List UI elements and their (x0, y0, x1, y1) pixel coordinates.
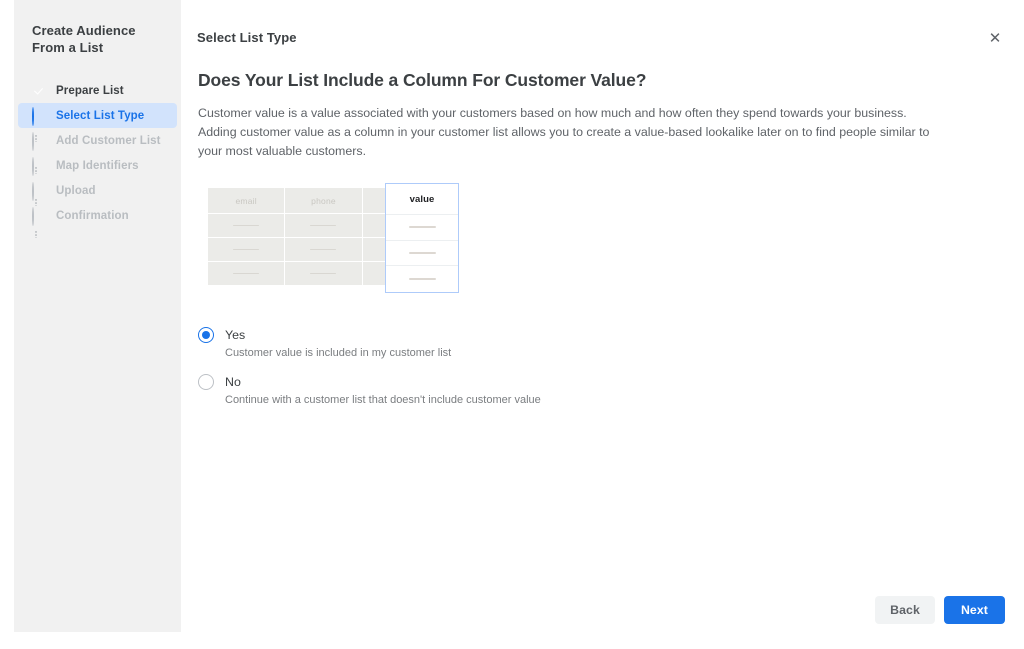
question-heading: Does Your List Include a Column For Cust… (198, 70, 647, 90)
sidebar-title: Create Audience From a List (32, 23, 136, 55)
value-data-cell (386, 241, 458, 267)
value-data-cell (386, 266, 458, 292)
ghost-data-cell (285, 262, 363, 286)
empty-circle-icon (32, 207, 47, 226)
step-connector (35, 231, 37, 238)
ghost-header-cell: email (208, 188, 286, 214)
radio-option-yes[interactable]: Yes Customer value is included in my cus… (198, 326, 984, 361)
wizard-sidebar: Create Audience From a List Prepare List… (14, 0, 181, 632)
sidebar-step-label: Confirmation (56, 209, 129, 222)
radio-option-label: Yes (225, 328, 246, 342)
value-data-cell (386, 215, 458, 241)
empty-circle-icon (32, 182, 47, 201)
value-column-label: value (409, 193, 435, 205)
radio-indicator-yes[interactable] (198, 327, 214, 343)
dialog-footer: Back Next (875, 596, 1005, 624)
customer-value-radio-group: Yes Customer value is included in my cus… (198, 326, 984, 408)
empty-circle-icon (32, 157, 47, 176)
main-panel: Select List Type ✕ Does Your List Includ… (181, 0, 1024, 649)
empty-circle-icon (32, 132, 47, 151)
question-description: Customer value is a value associated wit… (198, 106, 930, 158)
sidebar-step-label: Add Customer List (56, 134, 161, 147)
value-column-highlight: value (385, 183, 459, 293)
value-header-cell: value (386, 184, 458, 215)
next-button[interactable]: Next (943, 596, 1005, 624)
ghost-data-cell (285, 214, 363, 238)
radio-option-description: Customer value is included in my custome… (225, 347, 452, 359)
close-icon[interactable]: ✕ (983, 26, 1007, 50)
radio-option-label: No (225, 375, 241, 389)
content-area: Does Your List Include a Column For Cust… (198, 70, 984, 408)
sidebar-step-add-customer-list[interactable]: Add Customer List (18, 128, 177, 153)
sidebar-step-label: Select List Type (56, 109, 145, 122)
sidebar-step-map-identifiers[interactable]: Map Identifiers (18, 153, 177, 178)
ghost-column-label: email (235, 195, 257, 206)
sidebar-step-upload[interactable]: Upload (18, 178, 177, 203)
ghost-header-cell: phone (285, 188, 363, 214)
ghost-column-label: phone (311, 195, 336, 206)
sidebar-step-label: Map Identifiers (56, 159, 139, 172)
radio-option-description: Continue with a customer list that doesn… (225, 394, 541, 406)
radio-option-no[interactable]: No Continue with a customer list that do… (198, 373, 984, 408)
wizard-step-list: Prepare List Select List Type Add Custom… (14, 78, 181, 238)
back-button[interactable]: Back (875, 596, 935, 624)
ghost-data-cell (208, 262, 286, 286)
ghost-data-cell (208, 238, 286, 262)
sidebar-step-label: Upload (56, 184, 96, 197)
radio-option-text: Yes Customer value is included in my cus… (225, 326, 451, 361)
sidebar-step-confirmation[interactable]: Confirmation (18, 203, 177, 228)
page-title: Select List Type (197, 30, 297, 45)
sidebar-step-prepare-list[interactable]: Prepare List (18, 78, 177, 103)
check-circle-icon (32, 83, 47, 98)
sidebar-step-select-list-type[interactable]: Select List Type (18, 103, 177, 128)
ghost-data-cell (285, 238, 363, 262)
ghost-data-cell (208, 214, 286, 238)
radio-indicator-no[interactable] (198, 374, 214, 390)
radio-option-text: No Continue with a customer list that do… (225, 373, 541, 408)
create-audience-dialog: Create Audience From a List Prepare List… (0, 0, 1024, 649)
sidebar-step-label: Prepare List (56, 84, 124, 97)
customer-value-illustration: email phone age (198, 183, 468, 293)
half-filled-circle-icon (32, 107, 47, 126)
